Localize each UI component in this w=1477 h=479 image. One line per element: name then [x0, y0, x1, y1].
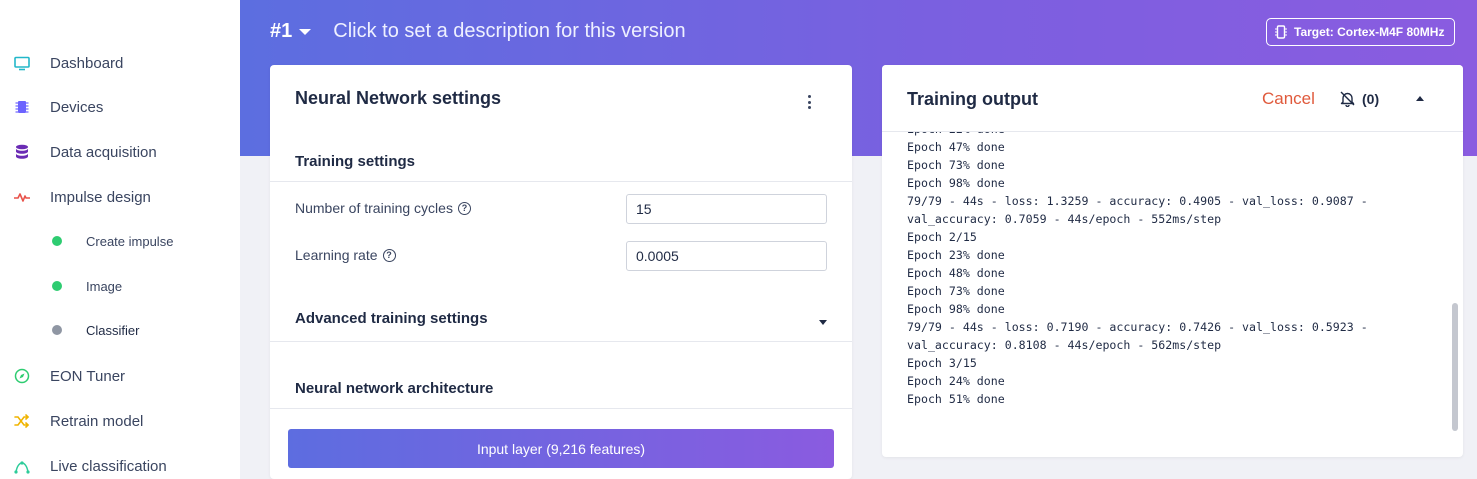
- sidebar: Dashboard Devices Data acquisition Impul…: [0, 0, 240, 479]
- sidebar-item-label: EON Tuner: [50, 367, 126, 385]
- more-options-icon[interactable]: [808, 95, 812, 109]
- training-output-card: Epoch 22% doneEpoch 47% doneEpoch 73% do…: [882, 65, 1463, 457]
- log-line: Epoch 23% done: [907, 248, 1005, 262]
- status-dot-icon: [52, 325, 62, 335]
- help-icon[interactable]: ?: [457, 201, 471, 215]
- divider: [882, 131, 1463, 132]
- sidebar-item-label: Dashboard: [50, 54, 124, 72]
- sidebar-item-retrain-model[interactable]: Retrain model: [0, 405, 240, 437]
- sidebar-item-label: Create impulse: [86, 233, 174, 249]
- log-line: 79/79 - 44s - loss: 0.7190 - accuracy: 0…: [907, 320, 1368, 334]
- scrollbar-thumb[interactable]: [1452, 303, 1458, 431]
- log-line: Epoch 24% done: [907, 374, 1005, 388]
- sidebar-item-label: Data acquisition: [50, 143, 157, 161]
- sidebar-item-dashboard[interactable]: Dashboard: [0, 47, 240, 79]
- learning-rate-input[interactable]: [626, 241, 827, 271]
- sidebar-item-data-acquisition[interactable]: Data acquisition: [0, 136, 240, 168]
- learning-rate-label: Learning rate ?: [295, 247, 396, 263]
- chevron-up-icon[interactable]: [1416, 96, 1424, 101]
- sidebar-item-live-classification[interactable]: Live classification: [0, 450, 240, 479]
- curve-icon: [13, 457, 31, 475]
- section-heading-architecture: Neural network architecture: [295, 380, 494, 397]
- advanced-training-settings-toggle[interactable]: Advanced training settings: [295, 310, 488, 327]
- input-layer-label: Input layer (9,216 features): [476, 440, 646, 457]
- log-line: val_accuracy: 0.7059 - 44s/epoch - 552ms…: [907, 212, 1222, 226]
- log-line: Epoch 51% done: [907, 392, 1005, 406]
- log-line: Epoch 2/15: [907, 230, 977, 244]
- version-description[interactable]: Click to set a description for this vers…: [333, 20, 685, 43]
- sidebar-item-image[interactable]: Image: [0, 270, 240, 302]
- sidebar-item-impulse-design[interactable]: Impulse design: [0, 181, 240, 213]
- compass-icon: [13, 367, 31, 385]
- card-title: Training output: [907, 89, 1038, 109]
- version-number: #1: [270, 20, 293, 42]
- input-layer-block[interactable]: Input layer (9,216 features): [288, 429, 834, 468]
- log-line: Epoch 47% done: [907, 140, 1005, 154]
- sidebar-item-label: Impulse design: [50, 188, 151, 206]
- training-cycles-label: Number of training cycles ?: [295, 200, 471, 216]
- log-line: val_accuracy: 0.8108 - 44s/epoch - 562ms…: [907, 338, 1222, 352]
- sidebar-item-label: Image: [86, 278, 123, 294]
- divider: [270, 341, 852, 342]
- chip-icon: [1275, 25, 1287, 39]
- sidebar-item-label: Retrain model: [50, 412, 144, 430]
- version-selector[interactable]: #1 Click to set a description for this v…: [270, 20, 686, 43]
- sidebar-item-create-impulse[interactable]: Create impulse: [0, 225, 240, 257]
- sidebar-item-label: Live classification: [50, 457, 167, 475]
- sidebar-item-label: Devices: [50, 98, 104, 116]
- cancel-button[interactable]: Cancel: [1262, 89, 1315, 109]
- shuffle-icon: [13, 412, 31, 430]
- target-label: Target: Cortex-M4F 80MHz: [1294, 25, 1445, 39]
- status-dot-icon: [52, 281, 62, 291]
- card-title: Neural Network settings: [295, 88, 502, 108]
- sidebar-item-devices[interactable]: Devices: [0, 91, 240, 123]
- chevron-down-icon[interactable]: [819, 320, 827, 325]
- neural-network-settings-card: Neural Network settings Training setting…: [270, 65, 852, 479]
- monitor-icon: [13, 54, 31, 72]
- log-line: Epoch 98% done: [907, 302, 1005, 316]
- training-cycles-input[interactable]: [626, 194, 827, 224]
- help-icon[interactable]: ?: [382, 248, 396, 262]
- pulse-icon: [13, 188, 31, 206]
- learning-rate-label-text: Learning rate: [295, 247, 378, 263]
- bell-off-icon: [1340, 91, 1355, 107]
- sidebar-item-eon-tuner[interactable]: EON Tuner: [0, 360, 240, 392]
- section-heading-training-settings: Training settings: [295, 153, 416, 170]
- notifications-toggle[interactable]: (0): [1339, 90, 1379, 107]
- training-log: Epoch 22% doneEpoch 47% doneEpoch 73% do…: [907, 120, 1437, 408]
- sidebar-item-classifier[interactable]: Classifier: [0, 314, 240, 346]
- log-line: Epoch 73% done: [907, 284, 1005, 298]
- status-dot-icon: [52, 236, 62, 246]
- log-line: Epoch 3/15: [907, 356, 977, 370]
- divider: [270, 181, 852, 182]
- log-line: Epoch 98% done: [907, 176, 1005, 190]
- notification-count: (0): [1362, 90, 1380, 107]
- sidebar-item-label: Classifier: [86, 322, 140, 338]
- log-line: Epoch 73% done: [907, 158, 1005, 172]
- log-line: Epoch 48% done: [907, 266, 1005, 280]
- training-cycles-label-text: Number of training cycles: [295, 200, 453, 216]
- database-icon: [13, 143, 31, 161]
- log-line: 79/79 - 44s - loss: 1.3259 - accuracy: 0…: [907, 194, 1368, 208]
- chip-icon: [13, 98, 31, 116]
- chevron-down-icon: [299, 28, 312, 35]
- target-device-button[interactable]: Target: Cortex-M4F 80MHz: [1266, 18, 1456, 46]
- divider: [270, 408, 852, 409]
